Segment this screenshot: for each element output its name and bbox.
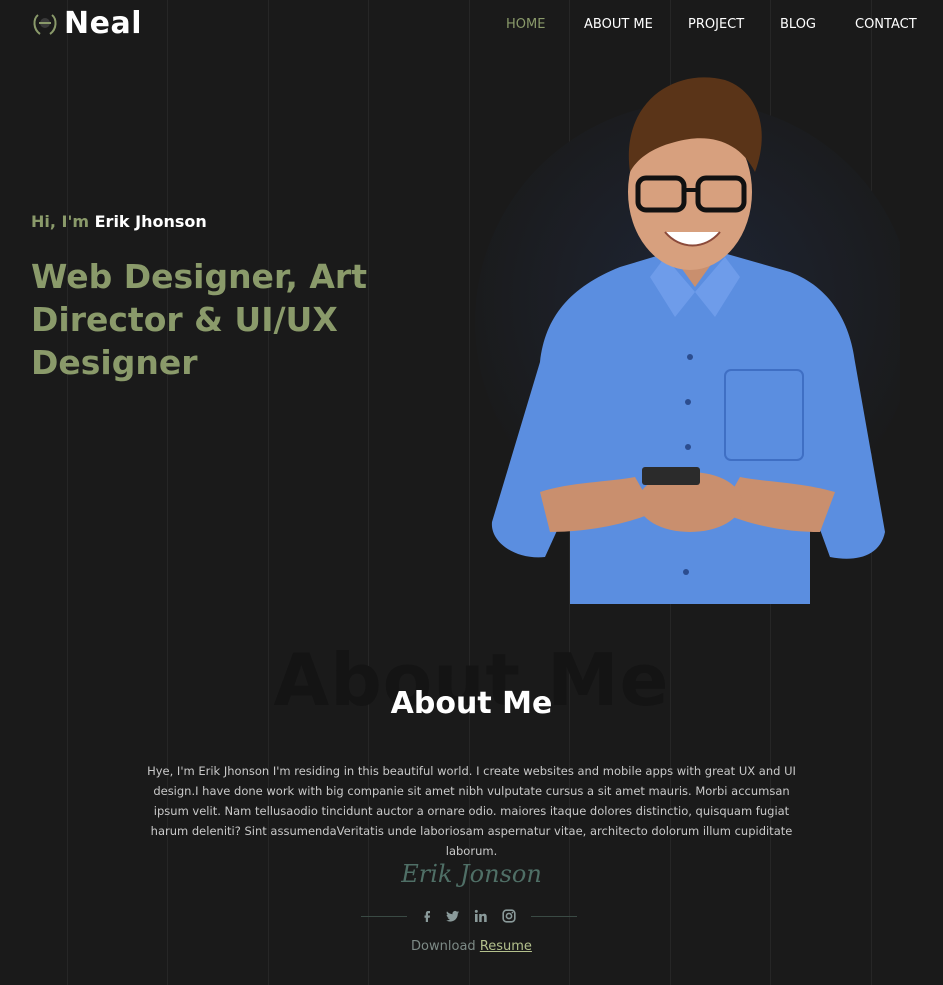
main-nav: HOME ABOUT ME PROJECT BLOG CONTACT (0, 17, 943, 37)
nav-contact[interactable]: CONTACT (855, 17, 917, 32)
instagram-icon[interactable] (502, 909, 516, 923)
about-title: About Me (390, 686, 553, 721)
nav-project[interactable]: PROJECT (688, 17, 744, 32)
facebook-icon[interactable] (420, 909, 434, 923)
linkedin-icon[interactable] (474, 909, 488, 923)
greeting-prefix: Hi, I'm (31, 212, 90, 231)
nav-blog[interactable]: BLOG (780, 17, 816, 32)
about-description: Hye, I'm Erik Jhonson I'm residing in th… (147, 764, 796, 858)
signature: Erik Jonson (401, 860, 542, 888)
hero-headline: Web Designer, Art Director & UI/UX Desig… (31, 257, 367, 382)
nav-home[interactable]: HOME (506, 17, 545, 32)
nav-about-me[interactable]: ABOUT ME (584, 17, 653, 32)
divider-right (531, 916, 577, 917)
divider-left (361, 916, 407, 917)
resume-link[interactable]: Resume (480, 939, 532, 954)
social-links (0, 905, 943, 927)
hero-name: Erik Jhonson (94, 212, 207, 231)
hero-greeting: Hi, I'm Erik Jhonson (31, 212, 207, 231)
twitter-icon[interactable] (446, 909, 460, 923)
download-prefix: Download (411, 939, 476, 954)
hero-portrait (470, 62, 900, 604)
download-resume: Download Resume (0, 939, 943, 954)
